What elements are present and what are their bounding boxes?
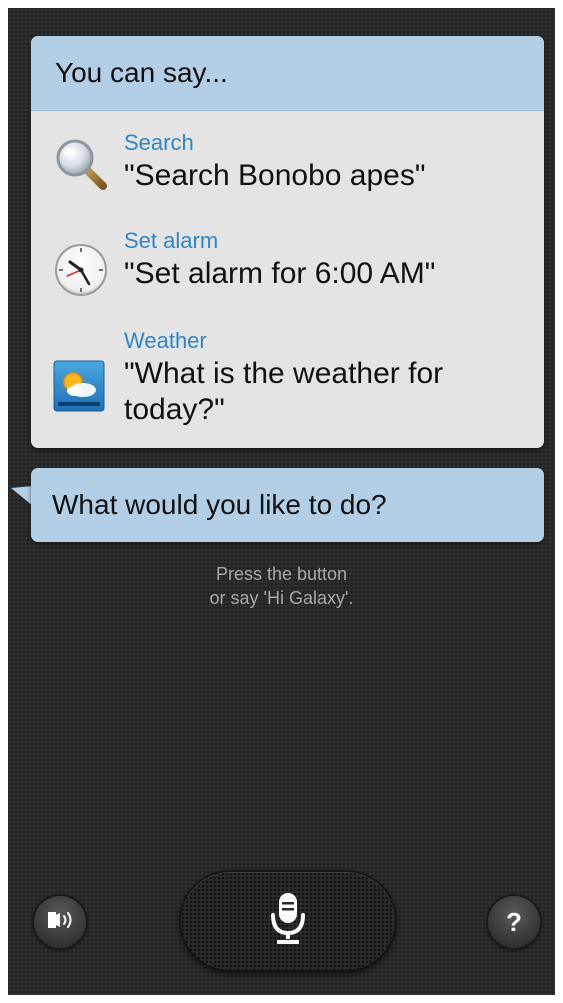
microphone-icon [268,891,308,952]
suggestion-item-search[interactable]: Search "Search Bonobo apes" [31,128,544,218]
suggestion-item-weather[interactable]: Weather "What is the weather for today?" [31,328,544,444]
hint-line-1: Press the button [215,564,348,584]
suggestion-title: Set alarm [124,228,219,253]
question-mark-icon: ? [506,906,522,937]
suggestion-item-alarm[interactable]: Set alarm "Set alarm for 6:00 AM" [31,228,544,318]
microphone-button[interactable] [181,872,395,970]
prompt-bubble: What would you like to do? [31,468,544,542]
suggestions-card: You can say... Search "Search Bonobo ape… [31,36,544,448]
suggestion-title: Weather [124,328,207,353]
weather-icon [53,360,105,412]
svoice-screen: You can say... Search "Search Bonobo ape… [8,8,555,995]
suggestion-example: "Search Bonobo apes" [124,159,426,192]
help-button[interactable]: ? [488,896,540,948]
suggestion-example: "What is the weather for today?" [124,357,444,426]
hint-line-2: or say 'Hi Galaxy'. [209,588,354,608]
bubble-tail [11,477,33,507]
speaker-output-button[interactable] [34,896,86,948]
clock-icon [53,242,109,298]
speaker-output-icon [45,909,75,936]
suggestion-example: "Set alarm for 6:00 AM" [124,257,436,290]
suggestion-title: Search [124,130,194,155]
magnifier-icon [53,136,109,192]
suggestions-header: You can say... [31,36,544,111]
